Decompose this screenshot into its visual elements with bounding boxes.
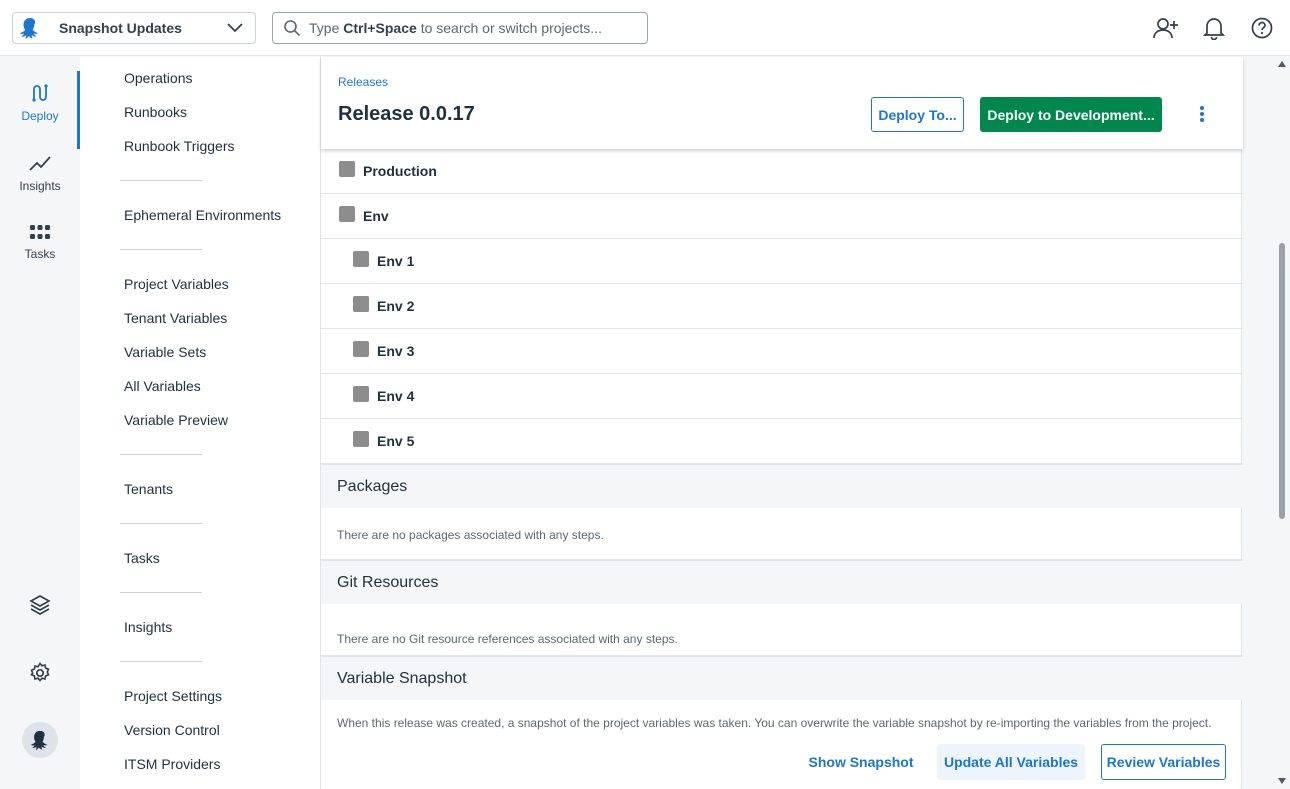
- env-row-production: Production: [321, 149, 1243, 194]
- release-header: Releases Release 0.0.17 Deploy To... Dep…: [321, 57, 1243, 149]
- add-user-icon[interactable]: [1152, 14, 1180, 42]
- nav-insights[interactable]: Insights: [124, 619, 172, 635]
- env-status-box: [353, 251, 369, 267]
- deploy-icon: [32, 84, 48, 102]
- top-bar: Snapshot Updates Type Ctrl+Space to sear…: [0, 0, 1290, 56]
- bell-icon[interactable]: [1200, 14, 1228, 42]
- help-icon[interactable]: [1248, 14, 1276, 42]
- nav-runbook-triggers[interactable]: Runbook Triggers: [124, 138, 235, 154]
- rail-deploy[interactable]: Deploy: [0, 71, 80, 149]
- nav-divider: [120, 180, 202, 181]
- scroll-up-arrow-icon[interactable]: [1278, 61, 1286, 67]
- env-row-env-5: Env 5: [321, 419, 1243, 464]
- overflow-menu-icon[interactable]: [1192, 103, 1212, 125]
- variable-snapshot-header: Variable Snapshot: [321, 656, 1243, 700]
- show-snapshot-button[interactable]: Show Snapshot: [805, 744, 917, 780]
- search-input[interactable]: Type Ctrl+Space to search or switch proj…: [272, 12, 648, 44]
- project-sidenav: Operations Runbooks Runbook Triggers Eph…: [80, 57, 320, 789]
- rail-deploy-label: Deploy: [21, 109, 59, 123]
- env-status-box: [353, 431, 369, 447]
- avatar[interactable]: [22, 722, 58, 758]
- update-all-variables-button[interactable]: Update All Variables: [937, 744, 1085, 780]
- env-row-env-2: Env 2: [321, 284, 1243, 329]
- git-resources-header: Git Resources: [321, 560, 1243, 604]
- nav-divider: [120, 592, 202, 593]
- snapshot-description: When this release was created, a snapsho…: [337, 716, 1212, 730]
- nav-all-variables[interactable]: All Variables: [124, 378, 201, 394]
- scrollbar[interactable]: [1274, 57, 1290, 789]
- left-rail: Deploy Insights Tasks: [0, 57, 80, 789]
- review-variables-button[interactable]: Review Variables: [1101, 744, 1226, 780]
- rail-tasks-label: Tasks: [24, 247, 56, 261]
- nav-operations[interactable]: Operations: [124, 70, 192, 86]
- nav-runbooks[interactable]: Runbooks: [124, 104, 187, 120]
- chevron-down-icon: [227, 23, 243, 33]
- nav-divider: [120, 249, 202, 250]
- search-placeholder: Type Ctrl+Space to search or switch proj…: [309, 20, 602, 36]
- packages-header: Packages: [321, 464, 1243, 508]
- layers-icon[interactable]: [20, 585, 60, 625]
- nav-itsm-providers[interactable]: ITSM Providers: [124, 756, 220, 772]
- nav-divider: [120, 454, 202, 455]
- scroll-down-arrow-icon[interactable]: [1278, 778, 1286, 784]
- nav-project-settings[interactable]: Project Settings: [124, 688, 222, 704]
- gear-icon[interactable]: [20, 653, 60, 693]
- trend-icon: [29, 156, 51, 171]
- octopus-avatar-icon: [30, 730, 48, 750]
- nav-variable-preview[interactable]: Variable Preview: [124, 412, 228, 428]
- deploy-to-development-button[interactable]: Deploy to Development...: [980, 97, 1162, 132]
- rail-tasks[interactable]: Tasks: [0, 211, 80, 275]
- env-status-box: [339, 206, 355, 222]
- breadcrumb-releases[interactable]: Releases: [338, 75, 388, 89]
- nav-project-variables[interactable]: Project Variables: [124, 276, 229, 292]
- nav-divider: [120, 661, 202, 662]
- project-name: Snapshot Updates: [59, 20, 182, 36]
- nav-version-control[interactable]: Version Control: [124, 722, 220, 738]
- page-title: Release 0.0.17: [338, 103, 475, 125]
- git-empty-text: There are no Git resource references ass…: [337, 632, 678, 646]
- env-status-box: [353, 296, 369, 312]
- rail-insights-label: Insights: [19, 179, 61, 193]
- grid-icon: [30, 225, 50, 239]
- env-row-env: Env: [321, 194, 1243, 239]
- packages-empty-text: There are no packages associated with an…: [337, 528, 604, 542]
- nav-tasks[interactable]: Tasks: [124, 550, 160, 566]
- env-row-env-1: Env 1: [321, 239, 1243, 284]
- search-icon: [284, 20, 301, 37]
- nav-tenants[interactable]: Tenants: [124, 481, 173, 497]
- deploy-to-button[interactable]: Deploy To...: [871, 97, 964, 132]
- env-row-env-3: Env 3: [321, 329, 1243, 374]
- env-status-box: [339, 161, 355, 177]
- rail-insights[interactable]: Insights: [0, 141, 80, 205]
- env-row-env-4: Env 4: [321, 374, 1243, 419]
- project-switcher[interactable]: Snapshot Updates: [12, 12, 256, 44]
- scrollbar-thumb[interactable]: [1279, 243, 1285, 519]
- env-status-box: [353, 341, 369, 357]
- nav-tenant-variables[interactable]: Tenant Variables: [124, 310, 227, 326]
- nav-divider: [120, 523, 202, 524]
- nav-variable-sets[interactable]: Variable Sets: [124, 344, 206, 360]
- release-panel: Releases Release 0.0.17 Deploy To... Dep…: [320, 57, 1243, 789]
- nav-ephemeral-environments[interactable]: Ephemeral Environments: [124, 207, 281, 223]
- octopus-logo-icon: [20, 18, 38, 39]
- env-status-box: [353, 386, 369, 402]
